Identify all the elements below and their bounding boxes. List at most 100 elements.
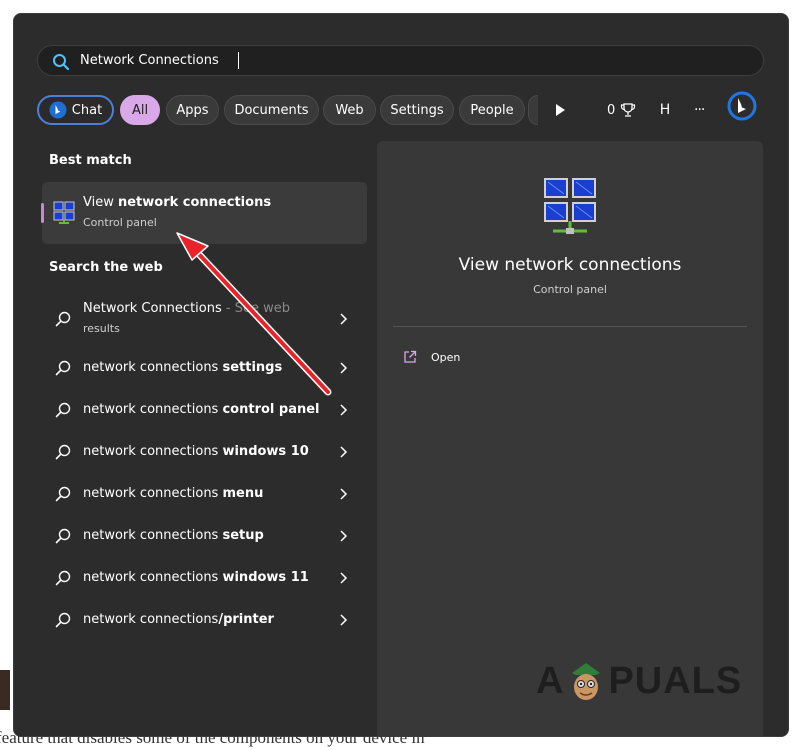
web-result-query: network connections (83, 570, 223, 585)
filter-chat-label: Chat (71, 102, 103, 118)
detail-subtitle: Control panel (533, 283, 607, 296)
filter-web[interactable]: Web (323, 95, 376, 125)
web-result-query: network connections (83, 444, 223, 459)
open-label: Open (431, 350, 461, 364)
filter-settings-label: Settings (390, 102, 444, 118)
best-match-title-bold: network connections (117, 195, 272, 210)
filter-overflow (528, 95, 538, 125)
play-icon (556, 104, 565, 116)
web-result-item[interactable]: network connections control panel (42, 390, 367, 430)
web-result-text: network connections windows 10 (83, 444, 309, 459)
filter-apps-label: Apps (176, 102, 209, 118)
web-result-text: network connections menu (83, 486, 263, 501)
filter-documents-label: Documents (234, 102, 309, 118)
rewards-button[interactable]: 0 (607, 100, 636, 120)
chevron-right-icon (340, 488, 348, 500)
more-options-icon: ··· (694, 102, 705, 118)
search-web-heading: Search the web (49, 260, 163, 275)
chevron-right-icon (340, 446, 348, 458)
web-result-suggestion: windows 10 (222, 444, 309, 459)
web-result-suggestion: control panel (222, 402, 320, 417)
text-caret (238, 52, 239, 69)
search-box[interactable] (37, 45, 764, 76)
filter-web-label: Web (335, 102, 364, 118)
web-result-text: network connections control panel (83, 402, 320, 417)
search-icon (53, 54, 70, 71)
web-result-suggestion: settings (222, 360, 283, 375)
search-icon (55, 444, 71, 460)
open-action[interactable]: Open (403, 347, 460, 367)
web-result-query: Network Connections (83, 301, 222, 316)
search-input[interactable] (80, 46, 720, 75)
web-result-text: network connections/printer (83, 612, 274, 627)
best-match-result[interactable]: View network connections Control panel (41, 182, 367, 244)
search-icon (55, 570, 71, 586)
best-match-title: View network connections (83, 195, 271, 210)
selection-indicator (41, 203, 44, 223)
more-filters-button[interactable] (554, 100, 566, 120)
filter-people[interactable]: People (459, 95, 525, 125)
watermark-left: A (536, 659, 565, 702)
open-external-icon (404, 350, 417, 363)
web-result-suggestion: /printer (218, 612, 274, 627)
web-result-suggestion: menu (222, 486, 264, 501)
search-icon (55, 311, 71, 327)
filter-all[interactable]: All (120, 95, 160, 125)
bing-icon (727, 91, 757, 121)
web-result-query: network connections (83, 360, 223, 375)
web-result-item[interactable]: network connections windows 11 (42, 558, 367, 598)
filter-people-label: People (470, 102, 514, 118)
web-result-text: Network Connections - See web results (83, 299, 323, 339)
web-result-suggestion: setup (222, 528, 264, 543)
web-result-text: network connections settings (83, 360, 282, 375)
web-result-item[interactable]: network connections menu (42, 474, 367, 514)
network-connections-icon (53, 201, 75, 224)
background-thumbnail (0, 670, 10, 710)
web-result-item[interactable]: Network Connections - See web results (42, 297, 367, 341)
bing-chat-button[interactable] (727, 91, 757, 121)
detail-title: View network connections (458, 255, 682, 275)
chevron-right-icon (340, 313, 348, 325)
web-result-sub: results (83, 322, 120, 335)
trophy-icon (621, 103, 636, 117)
chevron-right-icon (340, 404, 348, 416)
bing-icon (49, 101, 67, 119)
web-result-text: network connections setup (83, 528, 264, 543)
web-result-suggestion: windows 11 (222, 570, 309, 585)
search-icon (55, 486, 71, 502)
web-result-query: network connections (83, 486, 223, 501)
search-icon (55, 360, 71, 376)
web-result-item[interactable]: network connections setup (42, 516, 367, 556)
best-match-title-plain: View (83, 195, 118, 210)
chevron-right-icon (340, 614, 348, 626)
best-match-subtitle: Control panel (83, 216, 157, 229)
account-button[interactable]: H (654, 100, 676, 120)
network-connections-icon (544, 178, 596, 234)
more-options-button[interactable]: ··· (694, 100, 705, 120)
filter-documents[interactable]: Documents (224, 95, 319, 125)
web-result-query: network connections (83, 612, 219, 627)
web-result-text: network connections windows 11 (83, 570, 309, 585)
chevron-right-icon (340, 530, 348, 542)
chevron-right-icon (340, 572, 348, 584)
web-result-query: network connections (83, 402, 223, 417)
web-result-suffix: - See web (221, 301, 290, 316)
search-panel: Chat All Apps Documents Web Settings Peo… (13, 13, 789, 737)
web-result-item[interactable]: network connections settings (42, 348, 367, 388)
filter-apps[interactable]: Apps (166, 95, 219, 125)
watermark-right: PUALS (608, 659, 743, 702)
web-result-item[interactable]: network connections windows 10 (42, 432, 367, 472)
search-icon (55, 402, 71, 418)
search-icon (55, 612, 71, 628)
filter-chat[interactable]: Chat (37, 95, 114, 125)
result-detail-pane: View network connections Control panel O… (377, 141, 763, 736)
filter-all-label: All (131, 102, 149, 118)
detail-divider (393, 326, 747, 327)
web-result-query: network connections (83, 528, 223, 543)
filter-settings[interactable]: Settings (380, 95, 454, 125)
chevron-right-icon (340, 362, 348, 374)
watermark-logo: A PUALS (536, 656, 742, 706)
search-icon (55, 528, 71, 544)
best-match-heading: Best match (49, 153, 132, 168)
web-result-item[interactable]: network connections/printer (42, 600, 367, 640)
